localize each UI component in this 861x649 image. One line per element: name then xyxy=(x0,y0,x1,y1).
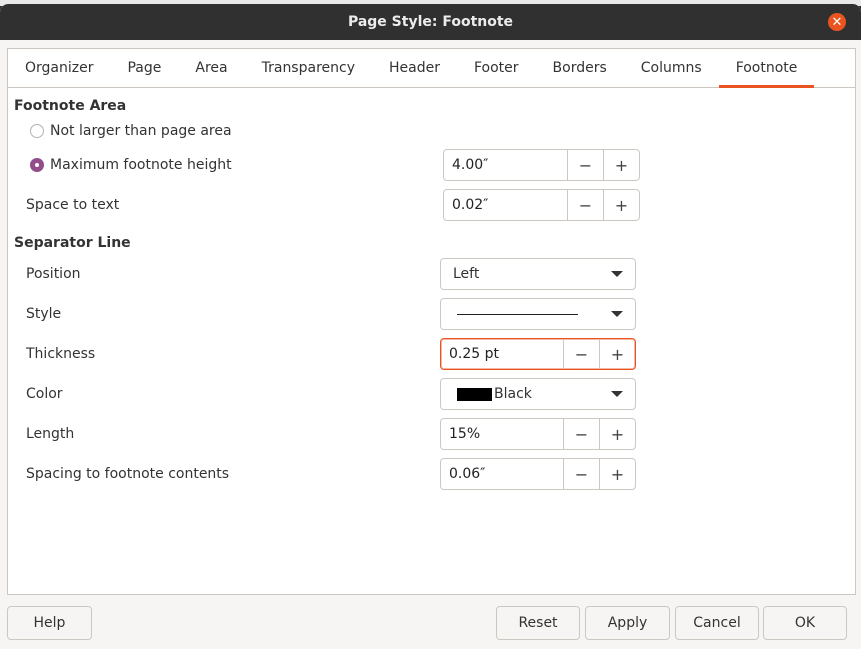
line-style-preview xyxy=(457,313,578,315)
max-height-input[interactable]: 4.00″ xyxy=(444,150,567,180)
help-button[interactable]: Help xyxy=(7,606,92,640)
spacing-input[interactable]: 0.06″ xyxy=(441,459,563,489)
thickness-label: Thickness xyxy=(26,346,96,362)
chevron-down-icon xyxy=(611,311,623,317)
tab-transparency[interactable]: Transparency xyxy=(245,49,372,87)
color-dropdown[interactable]: Black xyxy=(440,378,636,410)
page-style-dialog: Page Style: Footnote ✕ Organizer Page Ar… xyxy=(0,4,861,649)
cancel-button[interactable]: Cancel xyxy=(675,606,759,640)
close-button[interactable]: ✕ xyxy=(828,13,846,31)
plus-icon[interactable]: + xyxy=(599,339,635,369)
apply-button[interactable]: Apply xyxy=(585,606,670,640)
color-label: Color xyxy=(26,386,63,402)
separator-line-heading: Separator Line xyxy=(14,235,131,251)
not-larger-label: Not larger than page area xyxy=(50,123,232,139)
not-larger-option[interactable]: Not larger than page area xyxy=(30,123,232,139)
tab-area[interactable]: Area xyxy=(178,49,244,87)
max-height-label: Maximum footnote height xyxy=(50,157,232,173)
tab-bar: Organizer Page Area Transparency Header … xyxy=(8,49,855,88)
tab-footnote[interactable]: Footnote xyxy=(718,49,815,88)
tab-label: Columns xyxy=(640,60,702,76)
close-icon: ✕ xyxy=(831,14,843,30)
minus-icon[interactable]: − xyxy=(563,419,599,449)
color-swatch xyxy=(457,387,492,401)
max-height-option[interactable]: Maximum footnote height xyxy=(30,157,232,173)
position-label: Position xyxy=(26,266,81,282)
length-label: Length xyxy=(26,426,75,442)
tab-label: Footnote xyxy=(735,60,798,76)
tab-header[interactable]: Header xyxy=(372,49,457,87)
minus-icon[interactable]: − xyxy=(563,339,599,369)
color-value: Black xyxy=(494,386,532,402)
minus-icon[interactable]: − xyxy=(563,459,599,489)
minus-icon[interactable]: − xyxy=(567,190,603,220)
dialog-titlebar: Page Style: Footnote ✕ xyxy=(0,4,861,40)
footnote-area-heading: Footnote Area xyxy=(14,98,127,114)
spacing-label: Spacing to footnote contents xyxy=(26,466,230,482)
spacing-stepper[interactable]: 0.06″ − + xyxy=(440,458,636,490)
dialog-title: Page Style: Footnote xyxy=(347,14,514,30)
ok-button[interactable]: OK xyxy=(763,606,847,640)
chevron-down-icon xyxy=(611,391,623,397)
style-label: Style xyxy=(26,306,62,322)
length-stepper[interactable]: 15% − + xyxy=(440,418,636,450)
plus-icon[interactable]: + xyxy=(603,150,639,180)
tab-label: Page xyxy=(127,60,162,76)
tab-page[interactable]: Page xyxy=(110,49,178,87)
tab-label: Area xyxy=(195,60,228,76)
plus-icon[interactable]: + xyxy=(599,459,635,489)
tab-organizer[interactable]: Organizer xyxy=(8,49,110,87)
length-input[interactable]: 15% xyxy=(441,419,563,449)
thickness-stepper[interactable]: 0.25 pt − + xyxy=(440,338,636,370)
tab-footer[interactable]: Footer xyxy=(457,49,536,87)
tab-label: Borders xyxy=(552,60,607,76)
plus-icon[interactable]: + xyxy=(599,419,635,449)
space-to-text-label: Space to text xyxy=(26,197,120,213)
tab-label: Transparency xyxy=(261,60,355,76)
chevron-down-icon xyxy=(611,271,623,277)
space-to-text-input[interactable]: 0.02″ xyxy=(444,190,567,220)
plus-icon[interactable]: + xyxy=(603,190,639,220)
max-height-stepper[interactable]: 4.00″ − + xyxy=(443,149,640,181)
tab-columns[interactable]: Columns xyxy=(624,49,719,87)
thickness-input[interactable]: 0.25 pt xyxy=(441,339,563,369)
tab-borders[interactable]: Borders xyxy=(536,49,624,87)
position-dropdown[interactable]: Left xyxy=(440,258,636,290)
tab-label: Header xyxy=(389,60,440,76)
position-value: Left xyxy=(453,266,480,282)
space-to-text-stepper[interactable]: 0.02″ − + xyxy=(443,189,640,221)
tab-label: Organizer xyxy=(25,60,94,76)
tab-content-panel: Organizer Page Area Transparency Header … xyxy=(7,48,856,595)
reset-button[interactable]: Reset xyxy=(496,606,580,640)
style-dropdown[interactable] xyxy=(440,298,636,330)
max-height-radio[interactable] xyxy=(30,158,44,172)
minus-icon[interactable]: − xyxy=(567,150,603,180)
tab-label: Footer xyxy=(473,60,519,76)
not-larger-radio[interactable] xyxy=(30,124,44,138)
